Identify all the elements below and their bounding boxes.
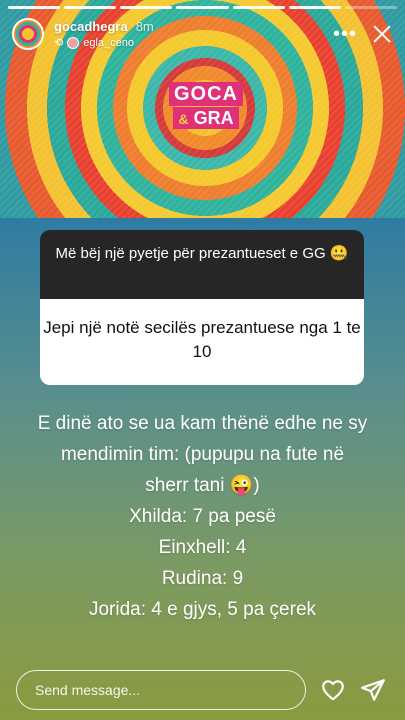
text-line: sherr tani 😜) xyxy=(145,475,260,496)
more-options-icon[interactable]: ••• xyxy=(333,24,357,44)
progress-segment xyxy=(288,6,341,9)
goca-gra-logo: GOCA & GRA xyxy=(160,82,252,129)
question-sticker: Më bëj një pyetje për prezantueset e GG … xyxy=(40,230,364,385)
username[interactable]: gocadhegra xyxy=(54,19,128,34)
text-line: Rudina: 9 xyxy=(161,568,244,589)
post-time: 8m xyxy=(135,19,154,34)
repost-icon: ⟲ xyxy=(54,37,64,49)
question-prompt: Më bëj një pyetje për prezantueset e GG … xyxy=(40,230,364,299)
story-progress-bar xyxy=(8,6,397,9)
reposted-user-avatar xyxy=(67,36,80,49)
text-line: Xhilda: 7 pa pesë xyxy=(129,506,276,527)
progress-segment xyxy=(8,6,61,9)
send-message-input[interactable] xyxy=(16,670,306,710)
text-line: E dinë ato se ua kam thënë edhe ne sy xyxy=(37,413,368,434)
send-icon[interactable] xyxy=(360,677,386,703)
avatar[interactable] xyxy=(12,18,44,50)
text-line: Jorida: 4 e gjys, 5 pa çerek xyxy=(88,599,317,620)
story-text: E dinë ato se ua kam thënë edhe ne sy me… xyxy=(0,408,405,625)
text-line: Einxhell: 4 xyxy=(158,537,247,558)
progress-segment xyxy=(176,6,229,9)
heart-icon[interactable] xyxy=(320,677,346,703)
progress-segment xyxy=(232,6,285,9)
text-line: mendimin tim: (pupupu na fute në xyxy=(60,444,345,465)
question-answer: Jepi një notë secilës prezantuese nga 1 … xyxy=(40,299,364,385)
progress-segment xyxy=(344,6,397,9)
reply-bar xyxy=(16,670,393,710)
reposted-username[interactable]: egla_ceno xyxy=(83,37,134,49)
story-author: gocadhegra 8m ⟲ egla_ceno xyxy=(54,19,154,49)
progress-segment xyxy=(120,6,173,9)
close-icon[interactable] xyxy=(371,23,393,45)
progress-segment xyxy=(64,6,117,9)
story-header: gocadhegra 8m ⟲ egla_ceno ••• xyxy=(12,16,393,52)
